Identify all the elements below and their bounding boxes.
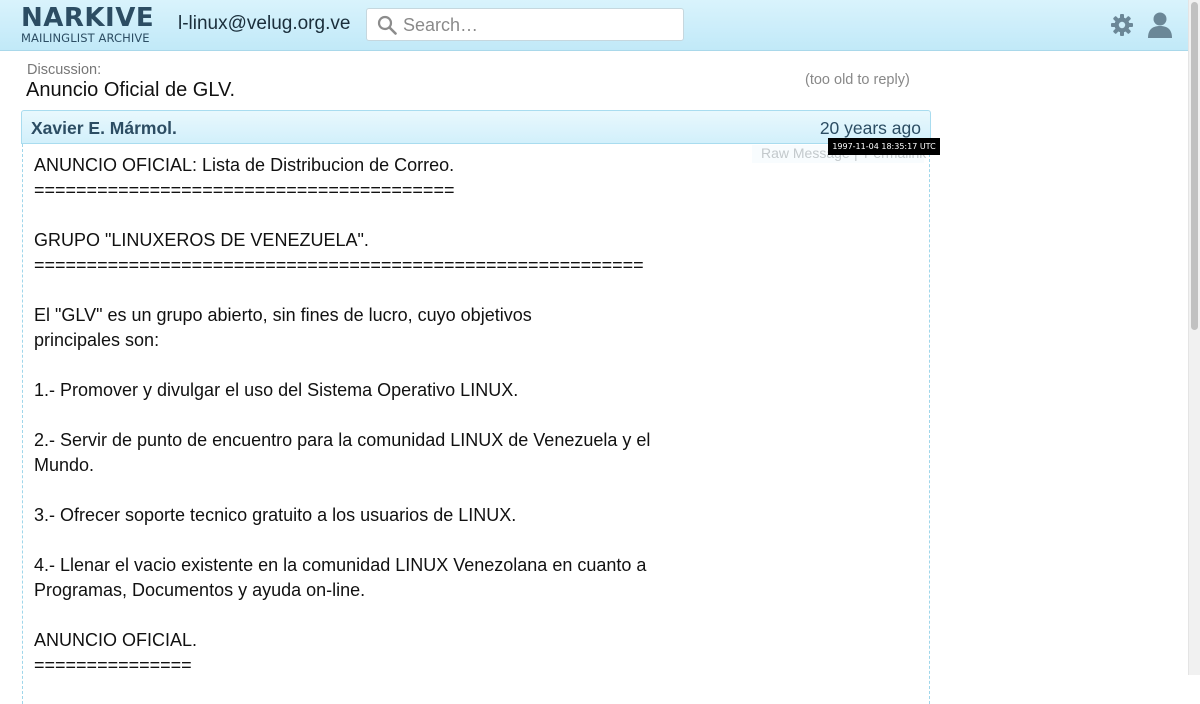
list-name-link[interactable]: l-linux@velug.org.ve xyxy=(178,13,350,35)
message-line: principales son: xyxy=(34,330,160,350)
message-line: GRUPO "LINUXEROS DE VENEZUELA". xyxy=(34,230,369,250)
message-line: ========================================… xyxy=(34,255,644,275)
message-text: ANUNCIO OFICIAL: Lista de Distribucion d… xyxy=(34,153,650,678)
page-scrollbar[interactable] xyxy=(1188,0,1200,675)
search-icon xyxy=(377,15,397,35)
scrollbar-thumb[interactable] xyxy=(1191,2,1198,330)
message-header: Xavier E. Mármol. 20 years ago xyxy=(21,110,931,144)
message-line: 2.- Servir de punto de encuentro para la… xyxy=(34,430,651,450)
date-tooltip: 1997-11-04 18:35:17 UTC xyxy=(828,138,940,155)
message-line xyxy=(34,353,650,378)
message-line xyxy=(34,478,650,503)
message-author[interactable]: Xavier E. Mármol. xyxy=(31,118,177,139)
discussion-title: Anuncio Oficial de GLV. xyxy=(26,79,236,101)
gear-icon[interactable] xyxy=(1110,13,1134,37)
message-line: 1.- Promover y divulgar el uso del Siste… xyxy=(34,380,519,400)
message-line xyxy=(34,603,650,628)
search-box[interactable] xyxy=(366,8,684,41)
discussion-label: Discussion: xyxy=(27,62,102,78)
message-date: 20 years ago xyxy=(819,118,921,138)
message-line xyxy=(34,203,650,228)
logo-subtitle: MAILINGLIST ARCHIVE xyxy=(21,31,150,45)
message-line: 4.- Llenar el vacio existente en la comu… xyxy=(34,555,647,575)
message-line: ANUNCIO OFICIAL: Lista de Distribucion d… xyxy=(34,155,455,175)
too-old-to-reply: (too old to reply) xyxy=(805,72,910,88)
message-line xyxy=(34,528,650,553)
user-icon[interactable] xyxy=(1147,11,1173,38)
message-line: =============== xyxy=(34,655,192,675)
message-line: ======================================== xyxy=(34,180,455,200)
logo-title: NARKIVE xyxy=(21,3,155,33)
message-line: El "GLV" es un grupo abierto, sin fines … xyxy=(34,305,532,325)
logo[interactable]: NARKIVE MAILINGLIST ARCHIVE xyxy=(21,3,155,45)
message-line xyxy=(34,403,650,428)
message-line: ANUNCIO OFICIAL. xyxy=(34,630,198,650)
top-bar: NARKIVE MAILINGLIST ARCHIVE l-linux@velu… xyxy=(0,0,1188,51)
message-line: Mundo. xyxy=(34,455,95,475)
message-line: 3.- Ofrecer soporte tecnico gratuito a l… xyxy=(34,505,517,525)
message-line: Programas, Documentos y ayuda on-line. xyxy=(34,580,366,600)
message-line xyxy=(34,278,650,303)
search-input[interactable] xyxy=(401,12,675,39)
